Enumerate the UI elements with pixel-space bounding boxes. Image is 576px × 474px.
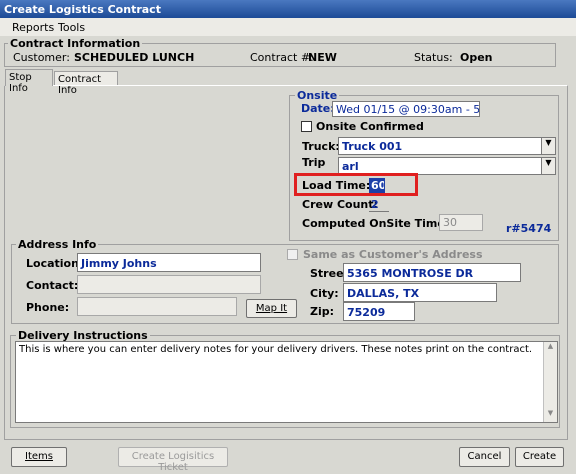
contract-info-label: Contract Information xyxy=(8,37,143,50)
chevron-down-icon[interactable]: ▼ xyxy=(541,138,555,154)
chevron-down-icon[interactable]: ▼ xyxy=(541,158,555,174)
same-as-address-label: Same as Customer's Address xyxy=(303,248,483,261)
contact-label: Contact: xyxy=(26,279,79,292)
crew-count-label: Crew Count: xyxy=(302,198,378,211)
tab-contract-info[interactable]: Contract Info xyxy=(54,71,118,96)
phone-field[interactable] xyxy=(77,297,237,316)
phone-label: Phone: xyxy=(26,301,70,314)
load-time-label: Load Time: xyxy=(302,179,371,192)
address-info-label: Address Info xyxy=(16,238,99,251)
tab-stop-info[interactable]: Stop Info xyxy=(5,69,53,94)
vertical-scrollbar[interactable]: ▲ ▼ xyxy=(543,342,557,422)
window-title: Create Logistics Contract xyxy=(0,0,576,18)
contract-number-label: Contract #: xyxy=(250,51,314,64)
trip-select-value: arl xyxy=(342,160,359,173)
location-field[interactable]: Jimmy Johns xyxy=(77,253,261,272)
truck-select[interactable]: Truck 001 ▼ xyxy=(338,137,556,155)
menu-tools[interactable]: Tools xyxy=(58,21,85,34)
crew-count-field[interactable]: 2 xyxy=(369,198,389,212)
contract-number-value: NEW xyxy=(308,51,337,64)
menu-reports[interactable]: Reports xyxy=(12,21,54,34)
street-field[interactable]: 5365 MONTROSE DR xyxy=(343,263,521,282)
create-button[interactable]: Create xyxy=(515,447,564,467)
date-field[interactable]: Wed 01/15 @ 09:30am - 5pm xyxy=(332,101,480,117)
customer-value: SCHEDULED LUNCH xyxy=(74,51,195,64)
contact-field[interactable] xyxy=(77,275,261,294)
truck-label: Truck: xyxy=(302,140,340,153)
items-button[interactable]: Items xyxy=(11,447,67,467)
zip-field[interactable]: 75209 xyxy=(343,302,415,321)
map-it-button[interactable]: Map It xyxy=(246,299,297,318)
cancel-button[interactable]: Cancel xyxy=(459,447,510,467)
date-label: Date: xyxy=(301,102,335,115)
zip-label: Zip: xyxy=(310,305,335,318)
scroll-up-icon[interactable]: ▲ xyxy=(544,342,557,355)
onsite-confirmed-label: Onsite Confirmed xyxy=(316,120,424,133)
delivery-instructions-textarea[interactable]: This is where you can enter delivery not… xyxy=(15,341,558,423)
menu-bar: Reports Tools xyxy=(0,18,576,36)
record-id: r#5474 xyxy=(506,222,552,235)
city-label: City: xyxy=(310,287,339,300)
same-as-address-checkbox[interactable] xyxy=(287,249,298,260)
trip-label: Trip xyxy=(302,156,326,169)
onsite-confirmed-checkbox[interactable] xyxy=(301,121,312,132)
computed-onsite-field: 30 xyxy=(439,214,483,231)
customer-label: Customer: xyxy=(13,51,70,64)
create-ticket-button: Create Logisitics Ticket xyxy=(118,447,228,473)
location-label: Location: xyxy=(26,257,84,270)
status-label: Status: xyxy=(414,51,453,64)
computed-onsite-label: Computed OnSite Time: xyxy=(302,217,450,230)
truck-select-value: Truck 001 xyxy=(342,140,403,153)
scroll-down-icon[interactable]: ▼ xyxy=(544,409,557,422)
status-value: Open xyxy=(460,51,493,64)
city-field[interactable]: DALLAS, TX xyxy=(343,283,497,302)
delivery-instructions-text: This is where you can enter delivery not… xyxy=(19,344,533,355)
load-time-field[interactable]: 60 xyxy=(369,178,385,193)
